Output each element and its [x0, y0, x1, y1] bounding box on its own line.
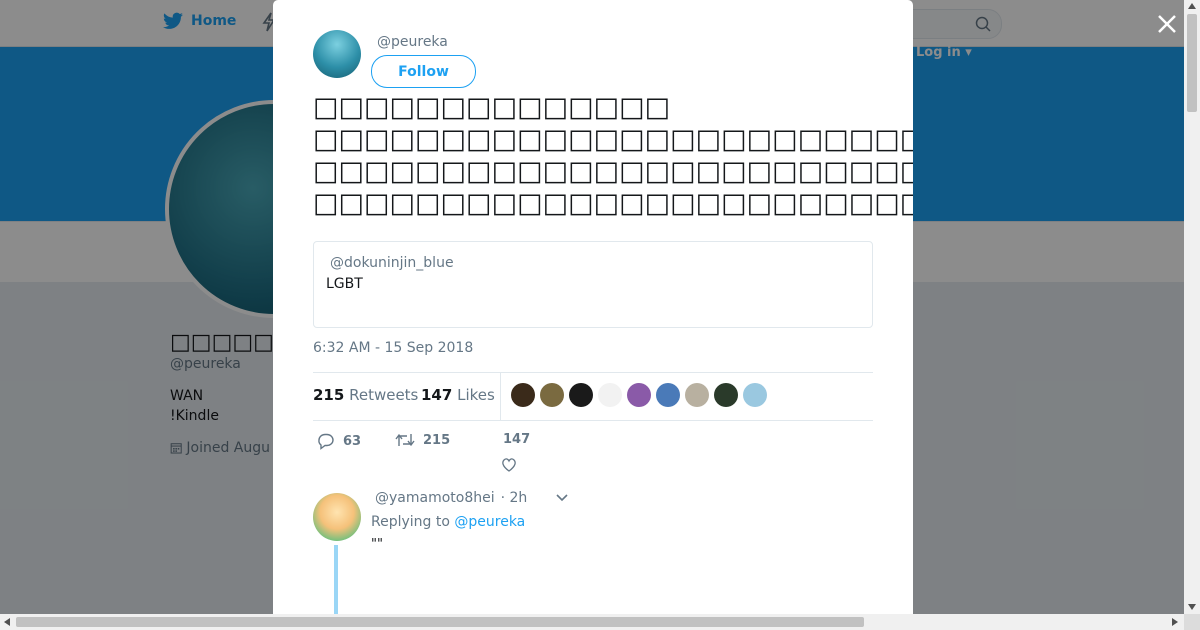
tweet-text-line: □□□□□□□□□□□□□□□□□□□□□□□□□□□□□□□□□□□□□□□□… — [313, 156, 913, 187]
reply-time[interactable]: · 2h — [501, 490, 528, 506]
liker-avatar[interactable] — [598, 383, 622, 407]
vertical-scrollbar[interactable] — [1184, 0, 1200, 614]
reply-count: 63 — [343, 433, 362, 449]
quoted-tweet[interactable]: @dokuninjin_blue LGBT — [313, 241, 873, 328]
liker-avatar[interactable] — [743, 383, 767, 407]
retweet-count: 215 — [423, 432, 451, 448]
replying-to: Replying to @peureka — [371, 514, 525, 530]
horizontal-scrollbar-thumb[interactable] — [16, 617, 864, 627]
retweets-stat[interactable]: 215 Retweets — [313, 386, 418, 404]
retweets-count: 215 — [313, 386, 345, 404]
likes-stat[interactable]: 147 Likes — [421, 386, 495, 404]
scroll-left-icon[interactable] — [4, 618, 10, 626]
liker-avatar[interactable] — [569, 383, 593, 407]
tweet-text-line: □□□□□□□□□□□□□□□□□□□□□□□□□□□□□□□□□□□□□□ — [313, 124, 913, 155]
reply-author-avatar[interactable] — [313, 493, 361, 541]
tweet-stats: 215 Retweets 147 Likes — [313, 372, 873, 421]
retweet-icon — [395, 433, 415, 447]
reply-author-handle[interactable]: @yamamoto8hei — [375, 490, 495, 506]
tweet-actions: 63 215 147 — [313, 430, 873, 480]
likers-avatars — [511, 383, 767, 407]
likes-count: 147 — [421, 386, 453, 404]
tweet-author-avatar[interactable] — [313, 30, 361, 78]
reply-action[interactable]: 63 — [317, 432, 361, 450]
horizontal-scrollbar[interactable] — [0, 614, 1184, 630]
retweet-action[interactable]: 215 — [395, 432, 450, 448]
reply-icon — [318, 433, 334, 450]
replying-to-prefix: Replying to — [371, 514, 450, 530]
scroll-right-icon[interactable] — [1172, 618, 1178, 626]
reply-thread-line — [334, 545, 338, 614]
tweet-modal: @peureka Follow □□□□□□□□□□□□□□ □□□□□□□□□… — [273, 0, 913, 614]
tweet-text-line: □□□□□□□□□□□□□□□□□□□□□□□□□□□□□□□□□□□□□□□□… — [313, 188, 913, 219]
liker-avatar[interactable] — [540, 383, 564, 407]
like-count-label: 147 — [503, 432, 531, 447]
tweet-text-line: □□□□□□□□□□□□□□ — [313, 92, 671, 123]
reply-header: @yamamoto8hei · 2h — [375, 490, 569, 506]
replying-to-handle[interactable]: @peureka — [454, 514, 525, 530]
likes-label: Likes — [457, 386, 495, 404]
liker-avatar[interactable] — [714, 383, 738, 407]
scroll-down-icon[interactable] — [1188, 604, 1196, 610]
vertical-scrollbar-thumb[interactable] — [1187, 14, 1197, 112]
chevron-down-icon[interactable] — [555, 493, 569, 503]
close-icon[interactable] — [1155, 12, 1179, 36]
tweet-text: □□□□□□□□□□□□□□ □□□□□□□□□□□□□□□□□□□□□□□□ □… — [313, 92, 913, 220]
scroll-up-icon[interactable] — [1188, 3, 1196, 9]
liker-avatar[interactable] — [656, 383, 680, 407]
follow-button[interactable]: Follow — [371, 55, 476, 88]
scrollbar-corner — [1184, 614, 1200, 630]
tweet-author-handle[interactable]: @peureka — [377, 34, 448, 50]
reply-text: "" — [371, 537, 383, 552]
stats-divider — [500, 373, 501, 420]
liker-avatar[interactable] — [511, 383, 535, 407]
liker-avatar[interactable] — [627, 383, 651, 407]
liker-avatar[interactable] — [685, 383, 709, 407]
retweets-label: Retweets — [349, 386, 419, 404]
heart-icon[interactable] — [501, 457, 517, 473]
quoted-tweet-text: LGBT — [326, 276, 363, 292]
tweet-timestamp[interactable]: 6:32 AM - 15 Sep 2018 — [313, 340, 473, 356]
quoted-tweet-handle: @dokuninjin_blue — [330, 255, 454, 271]
